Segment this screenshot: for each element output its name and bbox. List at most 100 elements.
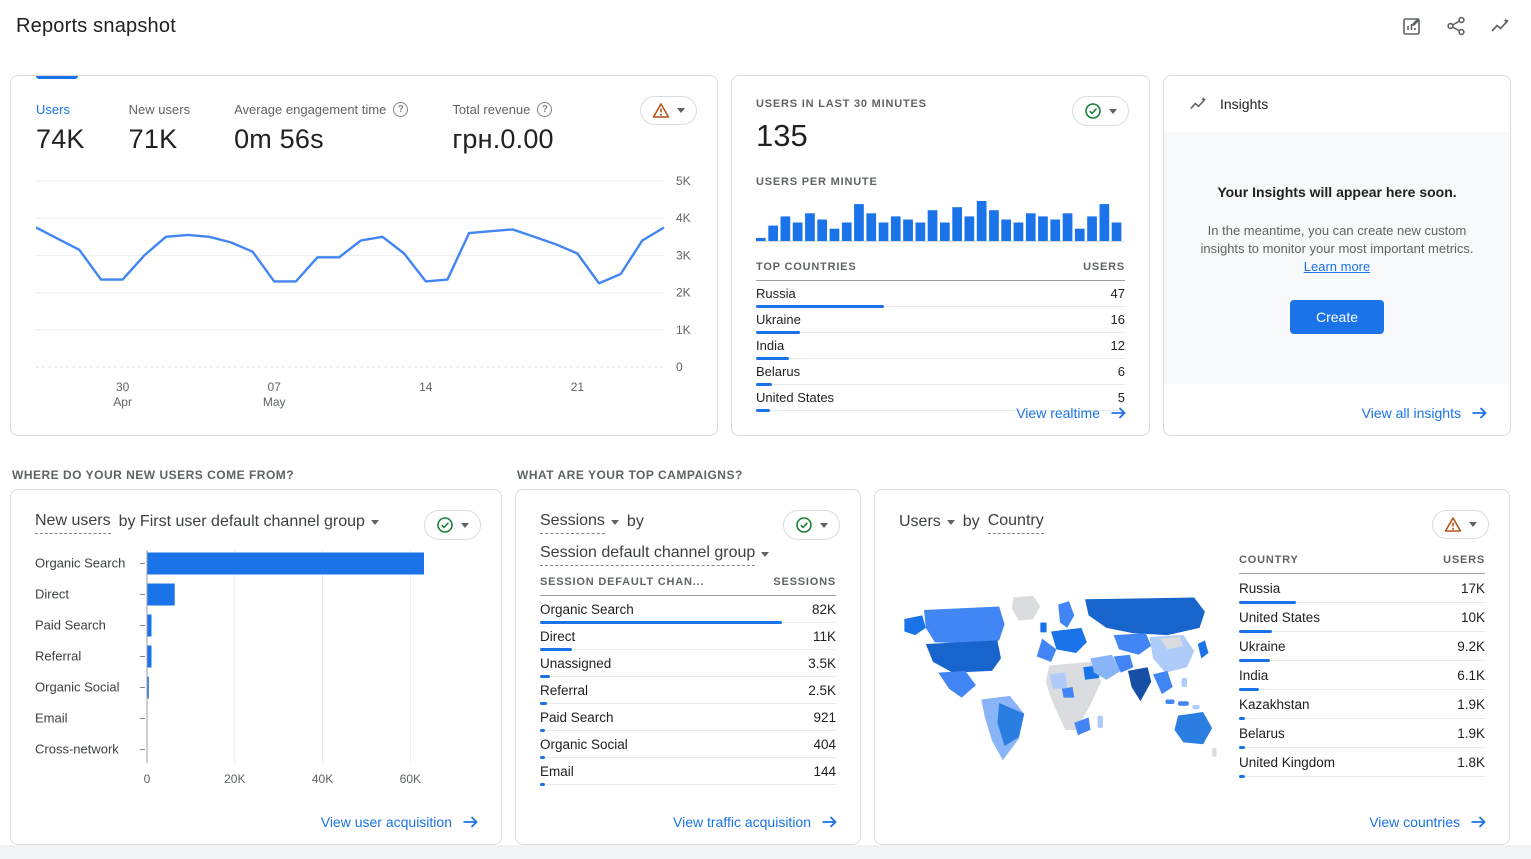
metric-selector[interactable]: Sessions <box>540 510 619 534</box>
dimension-selector[interactable]: Country <box>988 510 1044 534</box>
row-value: 6.1K <box>1457 668 1485 683</box>
chevron-down-icon <box>1109 109 1117 114</box>
insights-card: Insights Your Insights will appear here … <box>1163 75 1511 436</box>
svg-text:5K: 5K <box>676 174 691 188</box>
insights-icon <box>1188 94 1208 114</box>
check-circle-icon <box>1084 102 1102 120</box>
table-row: Referral2.5K <box>540 677 836 704</box>
svg-text:21: 21 <box>571 380 585 394</box>
row-value: 1.8K <box>1457 755 1485 770</box>
insights-icon[interactable] <box>1485 11 1515 41</box>
chevron-down-icon <box>677 108 685 113</box>
dimension-selector[interactable]: by First user default channel group <box>119 511 379 533</box>
metric-value: грн.0.00 <box>452 124 553 155</box>
data-quality-badge-warning[interactable] <box>640 96 697 125</box>
arrow-forward-icon <box>1470 815 1487 829</box>
help-icon[interactable]: ? <box>393 102 408 117</box>
metric-tab-engagement-time[interactable]: Average engagement time ? 0m 56s <box>234 102 408 155</box>
table-row: India12 <box>756 333 1125 359</box>
row-value: 16 <box>1111 312 1125 327</box>
svg-text:Organic Social: Organic Social <box>35 680 120 695</box>
customize-report-icon[interactable] <box>1397 11 1427 41</box>
svg-text:3K: 3K <box>676 248 691 262</box>
check-circle-icon <box>795 516 813 534</box>
svg-text:40K: 40K <box>312 772 333 786</box>
row-label: Belarus <box>1239 726 1285 741</box>
row-value: 17K <box>1461 581 1485 596</box>
svg-text:Direct: Direct <box>35 587 69 602</box>
warning-icon <box>1444 516 1462 533</box>
dimension-selector[interactable]: Session default channel group <box>540 542 769 566</box>
help-icon[interactable]: ? <box>537 102 552 117</box>
row-label: Belarus <box>756 364 800 379</box>
acquisition-card: New users by First user default channel … <box>10 489 502 845</box>
table-row: Unassigned3.5K <box>540 650 836 677</box>
sessions-table: SESSION DEFAULT CHAN... SESSIONS Organic… <box>540 576 836 785</box>
metric-selector[interactable]: New users <box>35 510 111 534</box>
table-row: Ukraine 16 <box>756 307 1125 333</box>
arrow-forward-icon <box>1471 406 1488 420</box>
row-label: Organic Search <box>540 602 634 617</box>
svg-text:0: 0 <box>676 360 683 374</box>
row-progress-bar <box>540 783 545 786</box>
metric-tab-new-users[interactable]: New users 71K <box>129 102 190 155</box>
row-value: 404 <box>813 737 836 752</box>
users-per-minute-label: USERS PER MINUTE <box>756 176 1125 188</box>
row-label: Ukraine <box>756 312 801 327</box>
create-insight-button[interactable]: Create <box>1290 300 1384 334</box>
insights-body-text: In the meantime, you can create new cust… <box>1200 223 1473 256</box>
svg-text:60K: 60K <box>400 772 421 786</box>
chevron-down-icon <box>461 523 469 528</box>
row-label: Paid Search <box>540 710 614 725</box>
view-traffic-acquisition-link[interactable]: View traffic acquisition <box>673 814 838 830</box>
metric-label: Average engagement time <box>234 102 386 117</box>
metric-selector[interactable]: Users <box>899 511 955 533</box>
table-row: Paid Search 921 <box>540 704 836 731</box>
data-quality-badge-ok[interactable] <box>783 510 840 540</box>
arrow-forward-icon <box>1110 406 1127 420</box>
view-realtime-link[interactable]: View realtime <box>1016 405 1127 421</box>
world-choropleth-map <box>899 540 1221 777</box>
data-quality-badge-warning[interactable] <box>1432 510 1489 539</box>
row-label: United States <box>1239 610 1320 625</box>
learn-more-link[interactable]: Learn more <box>1304 259 1370 274</box>
arrow-forward-icon <box>462 815 479 829</box>
row-value: 2.5K <box>808 683 836 698</box>
row-label: United States <box>756 390 834 405</box>
svg-text:1K: 1K <box>676 323 691 337</box>
chevron-down-icon <box>1469 522 1477 527</box>
overview-card: Users 74K New users 71K Average engageme… <box>10 75 718 436</box>
svg-text:May: May <box>263 395 286 409</box>
metric-tabs: Users 74K New users 71K Average engageme… <box>11 76 717 155</box>
view-countries-link[interactable]: View countries <box>1369 814 1487 830</box>
metric-value: 74K <box>36 124 85 155</box>
metric-tab-users[interactable]: Users 74K <box>36 102 85 155</box>
row-label: Kazakhstan <box>1239 697 1310 712</box>
metric-tab-total-revenue[interactable]: Total revenue ? грн.0.00 <box>452 102 553 155</box>
world-map <box>899 585 1221 771</box>
selected-metric-tab-indicator <box>36 76 78 79</box>
arrow-forward-icon <box>821 815 838 829</box>
column-header: SESSION DEFAULT CHAN... <box>540 576 704 588</box>
row-value: 12 <box>1111 338 1125 353</box>
table-row: United States10K <box>1239 603 1485 632</box>
data-quality-badge-ok[interactable] <box>1072 96 1129 126</box>
share-icon[interactable] <box>1441 11 1471 41</box>
svg-text:Cross-network: Cross-network <box>35 742 119 757</box>
users-30min-value: 135 <box>756 118 1125 154</box>
users-per-minute-chart <box>756 196 1124 242</box>
svg-text:2K: 2K <box>676 286 691 300</box>
row-value: 921 <box>813 710 836 725</box>
view-all-insights-link[interactable]: View all insights <box>1362 405 1488 421</box>
top-cards-row: Users 74K New users 71K Average engageme… <box>0 75 1531 436</box>
row-value: 6 <box>1118 364 1125 379</box>
data-quality-badge-ok[interactable] <box>424 510 481 540</box>
table-row: Direct11K <box>540 623 836 650</box>
row-value: 9.2K <box>1457 639 1485 654</box>
countries-card: Users by Country <box>874 489 1510 845</box>
row-label: Organic Social <box>540 737 628 752</box>
row-label: Russia <box>756 286 796 301</box>
metric-value: 71K <box>129 124 190 155</box>
row-label: Ukraine <box>1239 639 1286 654</box>
view-user-acquisition-link[interactable]: View user acquisition <box>321 814 479 830</box>
